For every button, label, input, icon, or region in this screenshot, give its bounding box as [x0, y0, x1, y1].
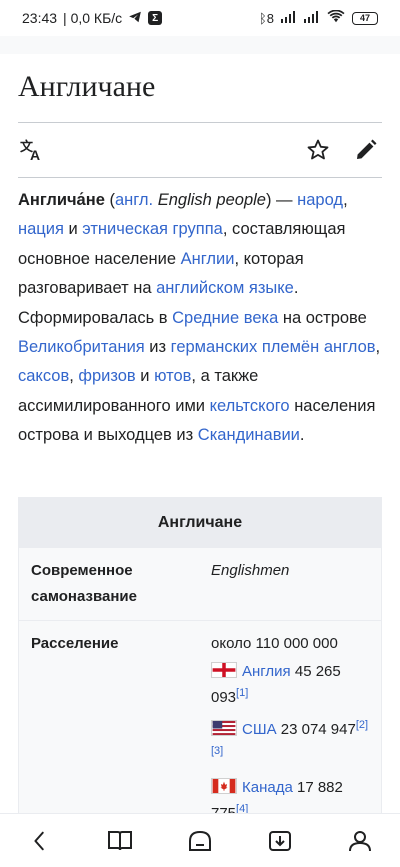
infobox-row-self-name: Современное самоназвание Englishmen: [19, 548, 381, 621]
england-flag-icon: [211, 662, 237, 678]
count-usa: 23 074 947: [280, 721, 356, 738]
browser-top-strip: [0, 36, 400, 54]
edit-button[interactable]: [352, 136, 380, 164]
link-english-language[interactable]: английском языке: [156, 279, 294, 297]
link-middle-ages[interactable]: Средние века: [172, 309, 278, 327]
link-narod[interactable]: народ: [297, 191, 343, 209]
link-england[interactable]: Англии: [181, 250, 235, 268]
self-name-label: Современное самоназвание: [31, 562, 137, 605]
title-divider: [18, 122, 382, 123]
language-button[interactable]: 文 A: [18, 136, 46, 164]
settlement-label: Расселение: [31, 635, 119, 652]
chevron-left-icon: [34, 831, 44, 850]
user-icon: [349, 830, 371, 851]
self-name-value: Englishmen: [211, 562, 290, 579]
telegram-icon: [128, 10, 142, 27]
link-ethnic-group[interactable]: этническая группа: [82, 220, 223, 238]
infobox-header: Англичане: [19, 498, 381, 548]
watch-star-button[interactable]: [304, 136, 332, 164]
back-button[interactable]: [20, 821, 60, 861]
app-notification-icon: Σ: [148, 11, 163, 25]
link-frisians[interactable]: фризов: [78, 367, 135, 385]
reader-button[interactable]: [100, 821, 140, 861]
usa-flag-icon: [211, 720, 237, 736]
english-term: English people: [153, 191, 266, 209]
ref-england[interactable]: [1]: [236, 687, 248, 699]
lead-term: Англича́не: [18, 191, 105, 209]
browser-bottom-bar: [0, 813, 400, 867]
page-title: Англичане: [18, 70, 156, 103]
network-speed: | 0,0 КБ/с: [63, 10, 123, 26]
link-country-england[interactable]: Англия: [242, 663, 291, 680]
settlement-total: около 110 000 000: [211, 635, 338, 652]
link-natsiya[interactable]: нация: [18, 220, 64, 238]
book-icon: [108, 830, 132, 850]
actions-divider: [18, 177, 382, 178]
settlement-entry: Канада 17 882 775[4]: [211, 775, 369, 816]
star-icon: [307, 139, 329, 160]
status-time: 23:43: [22, 10, 58, 26]
wifi-icon: [327, 9, 345, 26]
canada-flag-icon: [211, 778, 237, 794]
infobox-row-settlement: Расселение около 110 000 000 Англия 45 2…: [19, 621, 381, 816]
link-germanic-tribes[interactable]: германских племён: [171, 338, 320, 356]
download-icon: [269, 830, 291, 851]
link-saxons[interactable]: саксов: [18, 367, 69, 385]
link-jutes[interactable]: ютов: [154, 367, 191, 385]
link-scandinavia[interactable]: Скандинавии: [198, 426, 300, 444]
link-country-usa[interactable]: США: [242, 721, 277, 738]
home-button[interactable]: [180, 821, 220, 861]
page-actions-bar: 文 A: [18, 132, 382, 168]
link-country-canada[interactable]: Канада: [242, 779, 293, 796]
signal-icon: [281, 10, 297, 26]
link-angles[interactable]: англов: [324, 338, 376, 356]
settlement-entry: США 23 074 947[2][3]: [211, 717, 369, 769]
bluetooth-icon: ᛒ8: [258, 10, 274, 26]
infobox: Англичане Современное самоназвание Engli…: [18, 497, 382, 817]
link-lang-english[interactable]: англ.: [115, 191, 153, 209]
pencil-icon: [357, 139, 377, 159]
link-great-britain[interactable]: Великобритания: [18, 338, 145, 356]
signal-2-icon: [304, 10, 320, 26]
battery-icon: 47: [352, 11, 378, 25]
link-celtic[interactable]: кельтского: [210, 397, 290, 415]
article-lead: Англича́не (англ. English people) — наро…: [18, 191, 381, 445]
downloads-button[interactable]: [260, 821, 300, 861]
svg-text:A: A: [30, 147, 40, 162]
translate-icon: 文 A: [20, 139, 40, 162]
settlement-entry: Англия 45 265 093[1]: [211, 659, 369, 711]
status-bar: 23:43 | 0,0 КБ/с Σ ᛒ8 47: [0, 0, 400, 36]
home-icon: [189, 830, 211, 851]
profile-button[interactable]: [340, 821, 380, 861]
